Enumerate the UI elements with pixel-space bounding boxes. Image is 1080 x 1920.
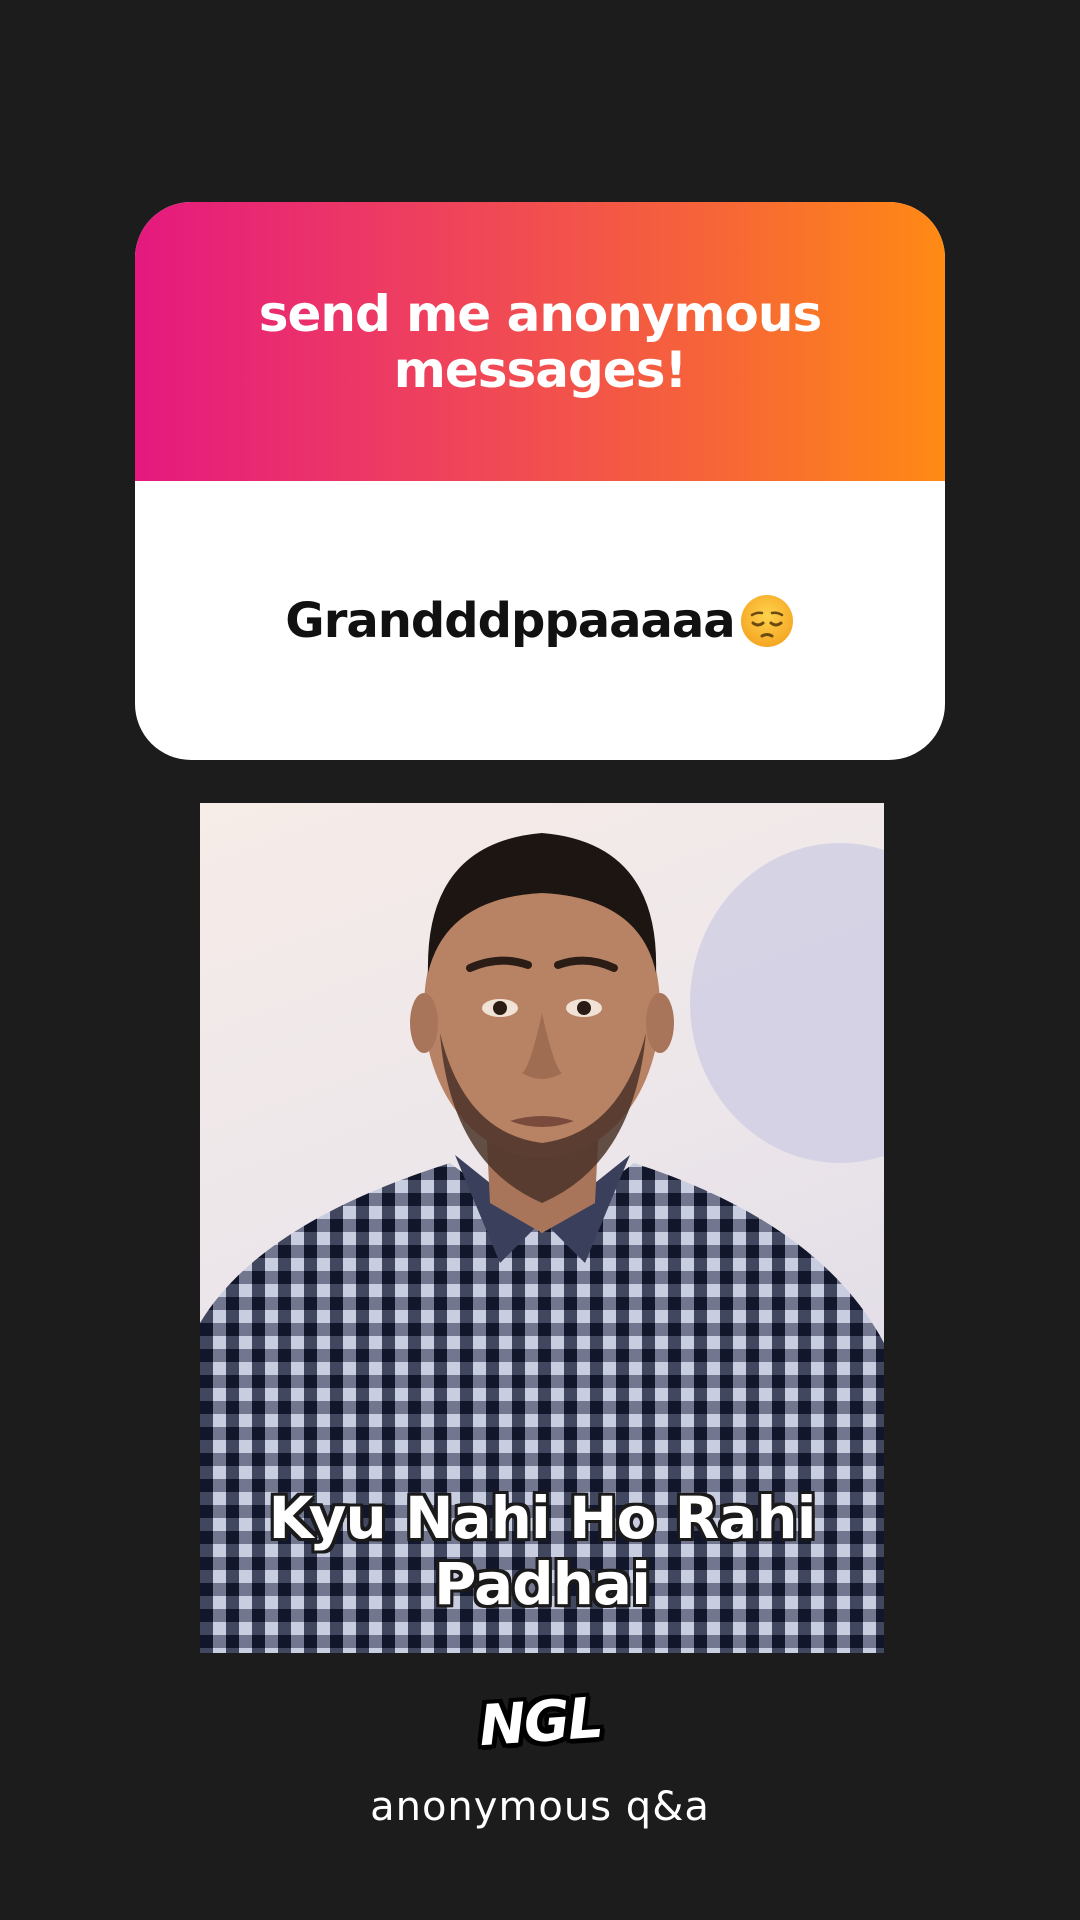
- tagline: anonymous q&a: [370, 1784, 710, 1830]
- pensive-face-icon: [739, 593, 795, 649]
- question-title: send me anonymous messages!: [258, 284, 823, 399]
- meme-caption: Kyu Nahi Ho Rahi Padhai: [200, 1485, 884, 1617]
- ngl-logo-text: NGL: [476, 1685, 604, 1760]
- question-card-header: send me anonymous messages!: [135, 202, 945, 481]
- story-page: send me anonymous messages! Granddd​ppaa…: [0, 0, 1080, 1920]
- answer: Granddd​ppaaaaa: [285, 593, 794, 649]
- question-card: send me anonymous messages! Granddd​ppaa…: [135, 202, 945, 760]
- meme-caption-line-2: Padhai: [434, 1550, 651, 1618]
- answer-text: Granddd​ppaaaaa: [285, 592, 735, 649]
- meme-caption-line-1: Kyu Nahi Ho Rahi: [268, 1484, 816, 1552]
- question-card-body: Granddd​ppaaaaa: [135, 481, 945, 760]
- meme-image: Kyu Nahi Ho Rahi Padhai: [200, 803, 884, 1653]
- ngl-logo: NGL: [0, 1686, 1080, 1759]
